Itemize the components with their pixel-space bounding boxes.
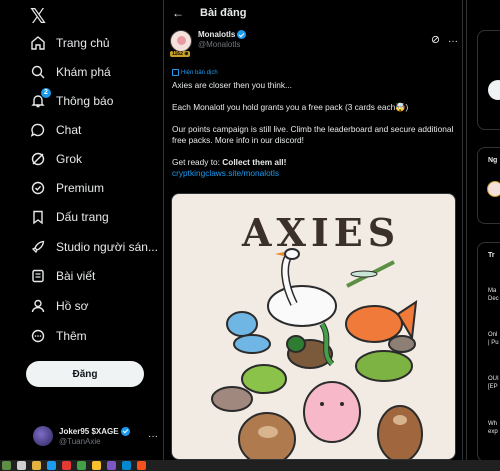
taskbar-app-icon[interactable] <box>107 461 116 470</box>
nav-label-bookmarks: Dấu trang <box>56 210 109 224</box>
creatures-illustration <box>211 248 423 459</box>
bookmark-icon <box>30 209 46 225</box>
account-name: Joker95 $XAGE <box>59 426 119 436</box>
taskbar-app-icon[interactable] <box>62 461 71 470</box>
trend-line: exp <box>488 429 498 435</box>
nav-label-creator-studio: Studio người sán... <box>56 240 158 254</box>
x-logo[interactable]: 𝕏 <box>30 4 46 28</box>
verified-icon <box>120 426 130 436</box>
home-icon <box>30 35 46 51</box>
tweet-line: Axies are closer then you think... <box>172 80 292 90</box>
more-icon <box>30 328 46 344</box>
nav-item-profile[interactable]: Hồ sơ <box>30 295 89 317</box>
nav-item-bookmarks[interactable]: Dấu trang <box>30 206 109 228</box>
column-divider <box>466 0 467 460</box>
grok-icon <box>30 151 46 167</box>
search-icon <box>30 64 46 80</box>
chat-icon <box>30 122 46 138</box>
author-handle[interactable]: @Monalotls <box>198 40 246 49</box>
nav-item-explore[interactable]: Khám phá <box>30 61 111 83</box>
bell-icon: 2 <box>30 88 51 109</box>
taskbar-app-icon[interactable] <box>122 461 131 470</box>
post-image[interactable]: AXIES <box>171 193 456 460</box>
left-navigation: 𝕏 Trang chủ Khám phá 2 Thông báo Chat Gr… <box>0 0 163 460</box>
trend-line: Ma <box>488 288 497 294</box>
trend-item[interactable]: Wh exp <box>488 420 498 436</box>
main-column: ← Bài đăng 1162 ⊕ Monalotls @Monalotls ·… <box>163 0 463 460</box>
tweet-line: Our points campaign is still live. Climb… <box>172 124 454 145</box>
post-header: ← Bài đăng <box>164 0 462 26</box>
account-name-row: Joker95 $XAGE <box>59 426 130 436</box>
nav-item-creator-studio[interactable]: Studio người sán... <box>30 236 158 258</box>
post-author: 1162 ⊕ Monalotls @Monalotls ··· <box>170 30 458 57</box>
trend-line: Dec <box>488 296 499 302</box>
nav-item-articles[interactable]: Bài viết <box>30 265 95 287</box>
grok-explain-icon[interactable] <box>431 35 440 47</box>
trends-title: Tr <box>488 252 495 259</box>
trend-line: OUI <box>488 376 499 382</box>
back-arrow-icon[interactable]: ← <box>172 6 186 20</box>
trend-line: Wh <box>488 421 497 427</box>
nav-item-more[interactable]: Thêm <box>30 325 87 347</box>
premium-icon <box>30 180 46 196</box>
tweet-link[interactable]: cryptkingclaws.site/monalotls <box>172 168 457 179</box>
account-switcher[interactable]: Joker95 $XAGE @TuanAxie ··· <box>33 426 158 446</box>
post-actions: ··· <box>431 30 458 52</box>
nav-label-chat: Chat <box>56 123 82 137</box>
taskbar-app-icon[interactable] <box>17 461 26 470</box>
nav-label-notifications: Thông báo <box>56 94 114 108</box>
nav-label-grok: Grok <box>56 152 83 166</box>
taskbar-app-icon[interactable] <box>47 461 56 470</box>
nav-item-notifications[interactable]: 2 Thông báo <box>30 88 114 112</box>
nav-label-articles: Bài viết <box>56 269 96 283</box>
tweet-cta-bold: Collect them all! <box>222 157 287 167</box>
taskbar-app-icon[interactable] <box>32 461 41 470</box>
nav-item-home[interactable]: Trang chủ <box>30 32 110 54</box>
trend-item[interactable]: Onl | Pu <box>488 331 499 347</box>
nav-label-explore: Khám phá <box>56 65 111 79</box>
taskbar-app-icon[interactable] <box>77 461 86 470</box>
translate-icon <box>172 69 179 76</box>
account-avatar <box>33 426 53 446</box>
post-button[interactable]: Đăng <box>26 361 144 387</box>
tweet-line: Each Monalotl you hold grants you a free… <box>172 102 409 112</box>
avatar-tag: 1162 ⊕ <box>170 51 191 57</box>
nav-label-home: Trang chủ <box>56 36 110 50</box>
notification-badge: 2 <box>41 88 51 98</box>
tweet-cta: Get ready to: Collect them all! <box>172 157 457 168</box>
account-handle: @TuanAxie <box>59 436 101 446</box>
articles-icon <box>30 268 46 284</box>
tweet-text: Axies are closer then you think... Each … <box>172 80 457 179</box>
taskbar-app-icon[interactable] <box>137 461 146 470</box>
author-avatar[interactable]: 1162 ⊕ <box>170 30 192 57</box>
taskbar-app-icon[interactable] <box>92 461 101 470</box>
sidebar-section-title: Ng <box>488 157 498 164</box>
translate-label: Hiện bản dịch <box>181 69 218 76</box>
trend-line: Onl <box>488 332 498 338</box>
author-name[interactable]: Monalotls <box>198 30 235 39</box>
nav-item-grok[interactable]: Grok <box>30 148 82 170</box>
more-options-icon[interactable]: ··· <box>448 36 458 47</box>
nav-item-premium[interactable]: Premium <box>30 177 104 199</box>
os-taskbar <box>0 460 500 471</box>
suggestion-avatar[interactable] <box>487 181 500 197</box>
profile-icon <box>30 298 46 314</box>
trend-item[interactable]: OUI [EP <box>488 375 499 391</box>
nav-label-more: Thêm <box>56 329 87 343</box>
rocket-icon <box>30 239 46 255</box>
trend-line: | Pu <box>488 340 499 346</box>
page-title: Bài đăng <box>200 7 247 19</box>
tweet-cta-prefix: Get ready to: <box>172 157 223 167</box>
right-sidebar: Ng Tr Ma Dec Onl | Pu OUI [EP Wh exp <box>477 0 500 460</box>
author-name-row: Monalotls <box>198 30 247 39</box>
account-more-icon[interactable]: ··· <box>148 431 158 442</box>
trend-line: [EP <box>488 384 498 390</box>
nav-item-chat[interactable]: Chat <box>30 119 81 141</box>
taskbar-app-icon[interactable] <box>2 461 11 470</box>
trend-item[interactable]: Ma Dec <box>488 287 499 303</box>
verified-icon <box>237 30 247 39</box>
translate-link[interactable]: Hiện bản dịch <box>172 69 218 76</box>
nav-label-profile: Hồ sơ <box>56 299 89 313</box>
nav-label-premium: Premium <box>56 181 105 195</box>
